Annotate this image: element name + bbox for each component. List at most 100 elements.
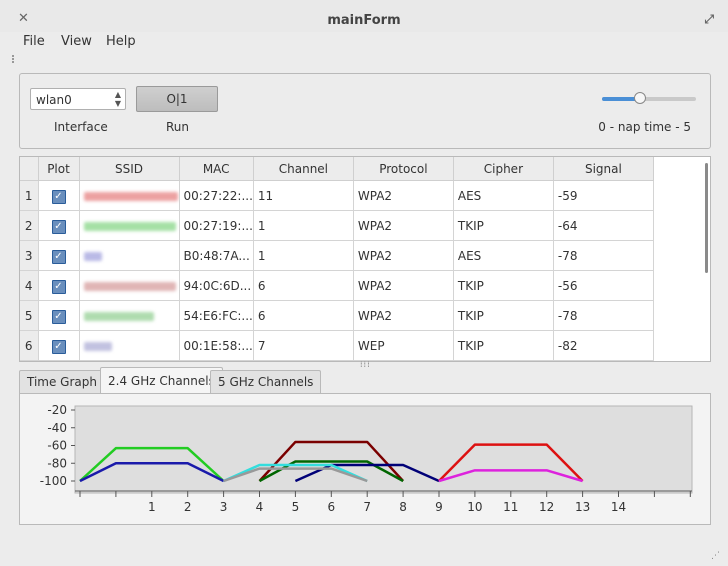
table-row[interactable]: 4 ✓ 94:0C:6D... 6 WPA2 TKIP -56 xyxy=(20,270,654,301)
row-number: 3 xyxy=(20,240,39,271)
y-tick-label: -40 xyxy=(47,421,67,435)
interface-select[interactable]: wlan0 ▲ ▼ xyxy=(30,88,126,110)
tab-5-ghz-channels[interactable]: 5 GHz Channels xyxy=(210,370,322,393)
header-mac[interactable]: MAC xyxy=(179,157,254,181)
table-row[interactable]: 6 ✓ 00:1E:58:... 7 WEP TKIP -82 xyxy=(20,330,654,361)
x-tick-label: 13 xyxy=(575,500,590,514)
resize-grip-icon[interactable]: ⋰ xyxy=(711,551,720,561)
y-tick-label: -100 xyxy=(40,474,67,488)
x-tick-label: 9 xyxy=(435,500,443,514)
mac-cell: B0:48:7A... xyxy=(179,240,254,271)
y-tick-label: -80 xyxy=(47,456,67,470)
channel-cell: 6 xyxy=(253,300,354,331)
x-tick-label: 5 xyxy=(292,500,300,514)
x-tick-label: 12 xyxy=(539,500,554,514)
protocol-cell: WEP xyxy=(353,330,454,361)
nap-time-slider[interactable] xyxy=(602,92,696,104)
x-tick-label: 10 xyxy=(467,500,482,514)
row-number: 2 xyxy=(20,210,39,241)
plot-checkbox[interactable]: ✓ xyxy=(51,249,66,264)
header-plot[interactable]: Plot xyxy=(38,157,80,181)
nap-time-slider-handle[interactable] xyxy=(633,92,646,104)
table-row[interactable]: 3 ✓ B0:48:7A... 1 WPA2 AES -78 xyxy=(20,240,654,271)
table-header-row: Plot SSID MAC Channel Protocol Cipher Si… xyxy=(20,157,654,181)
interface-label: Interface xyxy=(54,120,108,134)
close-icon[interactable]: ✕ xyxy=(18,9,29,29)
plot-checkbox-cell: ✓ xyxy=(38,180,80,211)
ssid-cell xyxy=(79,300,180,331)
header-rownum xyxy=(20,157,39,181)
cipher-cell: AES xyxy=(453,240,554,271)
plot-checkbox[interactable]: ✓ xyxy=(51,219,66,234)
channel-graph-panel: -20 -40 -60 -80 -100 1 2 3 4 5 6 7 8 9 10 11 12 13 14 xyxy=(19,393,727,525)
ssid-cell xyxy=(79,240,180,271)
table-scrollbar[interactable] xyxy=(705,163,708,273)
splitter-handle[interactable]: ⁞⁞⁞ xyxy=(360,360,371,369)
x-tick-label: 1 xyxy=(148,500,156,514)
title-bar: ✕ mainForm ⤢ xyxy=(0,0,728,32)
cipher-cell: TKIP xyxy=(453,270,554,301)
table-row[interactable]: 1 ✓ 00:27:22:... 11 WPA2 AES -59 xyxy=(20,180,654,211)
tab-2-4-ghz-channels[interactable]: 2.4 GHz Channels xyxy=(100,367,223,394)
signal-cell: -64 xyxy=(553,210,654,241)
plot-checkbox[interactable]: ✓ xyxy=(51,339,66,354)
menu-help[interactable]: Help xyxy=(106,34,136,49)
mac-cell: 54:E6:FC:... xyxy=(179,300,254,331)
x-tick-label: 14 xyxy=(611,500,626,514)
plot-checkbox[interactable]: ✓ xyxy=(51,189,66,204)
toolbar-grip[interactable] xyxy=(12,55,20,63)
cipher-cell: TKIP xyxy=(453,330,554,361)
x-tick-label: 2 xyxy=(184,500,192,514)
ssid-cell xyxy=(79,210,180,241)
x-tick-label: 7 xyxy=(363,500,371,514)
row-number: 4 xyxy=(20,270,39,301)
ssid-redacted xyxy=(83,191,178,201)
plot-checkbox-cell: ✓ xyxy=(38,210,80,241)
header-ssid[interactable]: SSID xyxy=(79,157,180,181)
channel-cell: 11 xyxy=(253,180,354,211)
plot-checkbox[interactable]: ✓ xyxy=(51,309,66,324)
mac-cell: 00:27:22:... xyxy=(179,180,254,211)
header-cipher[interactable]: Cipher xyxy=(453,157,554,181)
channel-cell: 1 xyxy=(253,210,354,241)
table-row[interactable]: 2 ✓ 00:27:19:... 1 WPA2 TKIP -64 xyxy=(20,210,654,241)
header-signal[interactable]: Signal xyxy=(553,157,654,181)
ssid-redacted xyxy=(83,281,176,291)
window-title: mainForm xyxy=(327,13,401,28)
spin-arrows-icon: ▲ ▼ xyxy=(114,90,121,108)
plot-checkbox-cell: ✓ xyxy=(38,330,80,361)
cipher-cell: TKIP xyxy=(453,300,554,331)
cipher-cell: TKIP xyxy=(453,210,554,241)
row-number: 5 xyxy=(20,300,39,331)
plot-area xyxy=(74,405,693,494)
header-protocol[interactable]: Protocol xyxy=(353,157,454,181)
tab-time-graph[interactable]: Time Graph xyxy=(19,370,105,393)
x-tick-label: 3 xyxy=(220,500,228,514)
plot-checkbox-cell: ✓ xyxy=(38,300,80,331)
menu-view[interactable]: View xyxy=(61,34,92,49)
mac-cell: 00:1E:58:... xyxy=(179,330,254,361)
cipher-cell: AES xyxy=(453,180,554,211)
main-window: ✕ mainForm ⤢ File View Help wlan0 ▲ ▼ O|1… xyxy=(0,0,728,566)
menu-bar: File View Help xyxy=(0,32,728,52)
protocol-cell: WPA2 xyxy=(353,240,454,271)
run-label: Run xyxy=(166,120,190,134)
protocol-cell: WPA2 xyxy=(353,180,454,211)
y-tick-label: -20 xyxy=(47,403,67,417)
header-channel[interactable]: Channel xyxy=(253,157,354,181)
plot-checkbox[interactable]: ✓ xyxy=(51,279,66,294)
y-tick-label: -60 xyxy=(47,439,67,453)
ssid-cell xyxy=(79,180,180,211)
row-number: 6 xyxy=(20,330,39,361)
channel-cell: 1 xyxy=(253,240,354,271)
channel-cell: 7 xyxy=(253,330,354,361)
table-row[interactable]: 5 ✓ 54:E6:FC:... 6 WPA2 TKIP -78 xyxy=(20,300,654,331)
signal-cell: -59 xyxy=(553,180,654,211)
plot-checkbox-cell: ✓ xyxy=(38,240,80,271)
run-button[interactable]: O|1 xyxy=(136,86,218,112)
menu-file[interactable]: File xyxy=(23,34,45,49)
maximize-icon[interactable]: ⤢ xyxy=(704,9,714,29)
interface-select-value: wlan0 xyxy=(36,93,72,107)
channel-cell: 6 xyxy=(253,270,354,301)
x-tick-label: 6 xyxy=(327,500,335,514)
